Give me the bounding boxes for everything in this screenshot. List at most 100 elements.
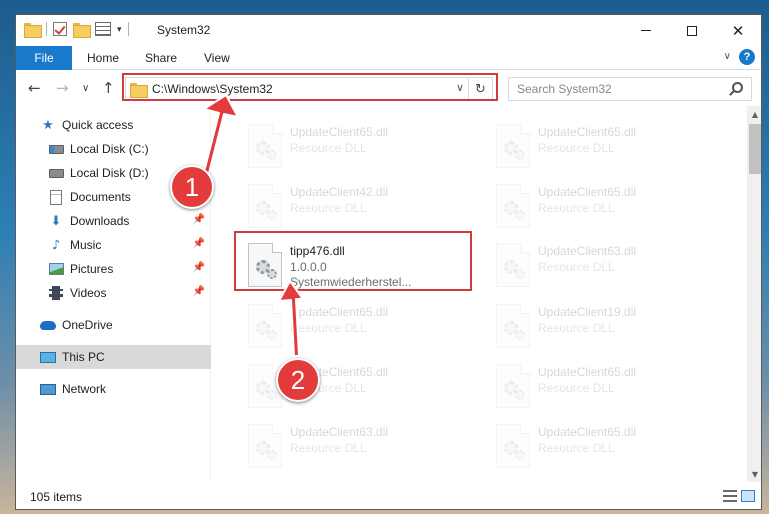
close-button[interactable]: ✕ [715,15,761,46]
tab-share[interactable]: Share [145,46,177,70]
file-tile[interactable]: UpdateClient63.dll Resource DLL [488,237,718,295]
file-tile[interactable]: UpdateClient42.dll Resource DLL [240,178,470,236]
pin-icon[interactable]: 📌 [193,238,205,249]
file-description: Resource DLL [538,141,615,155]
back-arrow-icon[interactable]: ← [28,79,41,97]
file-tile[interactable]: UpdateClient65.dll Resource DLL [488,178,718,236]
file-name: UpdateClient63.dll [538,244,637,258]
address-path[interactable]: C:\Windows\System32 [152,82,273,96]
file-tile[interactable]: UpdateClient63.dll Resource DLL [240,418,470,476]
forward-arrow-icon[interactable]: → [56,79,69,97]
maximize-icon [687,25,697,36]
dll-file-icon [248,424,282,468]
scroll-down-icon[interactable]: ▼ [747,466,761,482]
download-icon: ⬇ [50,213,62,229]
properties-check-icon[interactable] [53,22,67,36]
file-tile[interactable]: UpdateClient65.dll Resource DLL [488,358,718,416]
sidebar-item-label: Downloads [70,214,130,228]
navigation-pane: ★ Quick access Local Disk (C:) Local Dis… [16,106,211,482]
scrollbar-thumb[interactable] [749,124,761,174]
pin-icon[interactable]: 📌 [193,214,205,225]
file-tile[interactable]: UpdateClient65.dll Resource DLL [488,418,718,476]
sidebar-item-quick-access[interactable]: ★ Quick access [16,113,211,137]
folder-icon [130,82,148,98]
cloud-icon [40,317,56,333]
file-description: Resource DLL [538,321,615,335]
details-view-icon[interactable] [723,490,737,502]
file-description: Resource DLL [290,141,367,155]
file-tile[interactable]: UpdateClient19.dll Resource DLL [488,298,718,356]
file-tile[interactable]: UpdateClient65.dll Resource DLL [488,118,718,176]
refresh-icon[interactable]: ↻ [468,78,492,100]
file-description: Resource DLL [538,201,615,215]
file-name: tipp476.dll [290,244,345,258]
file-list: UpdateClient65.dll Resource DLL UpdateCl… [212,106,747,482]
expand-ribbon-chevron-icon[interactable]: ∨ [724,51,731,62]
address-history-chevron-down-icon[interactable]: ∨ [456,81,464,94]
sidebar-item-label: This PC [62,350,105,364]
dll-file-icon [496,424,530,468]
vertical-scrollbar[interactable]: ▲ ▼ [747,106,761,482]
pictures-icon [48,261,64,277]
tab-home[interactable]: Home [87,46,119,70]
videos-icon [48,285,64,301]
file-description: Resource DLL [290,321,367,335]
sidebar-item-label: Quick access [62,118,134,132]
file-name: UpdateClient65.dll [538,185,637,199]
sidebar-item-music[interactable]: ♪ Music 📌 [16,233,211,257]
step-2-badge: 2 [276,358,320,402]
sidebar-item-network[interactable]: Network [16,377,211,401]
pin-icon[interactable]: 📌 [193,286,205,297]
item-count: 105 items [30,489,83,504]
dll-file-icon [496,304,530,348]
star-icon: ★ [42,117,54,133]
file-tile[interactable]: UpdateClient65.dll Resource DLL [240,118,470,176]
file-name: UpdateClient65.dll [538,365,637,379]
folder-icon [24,22,42,38]
minimize-icon [641,30,651,31]
maximize-button[interactable] [669,15,715,46]
sidebar-item-downloads[interactable]: ⬇ Downloads 📌 [16,209,211,233]
file-name: UpdateClient65.dll [290,305,389,319]
window-title: System32 [157,23,211,37]
file-tile-tipp476[interactable]: tipp476.dll 1.0.0.0 Systemwiederherstel.… [240,237,470,295]
tab-file[interactable]: File [16,46,72,70]
sidebar-item-label: Videos [70,286,107,300]
search-placeholder: Search System32 [517,82,612,96]
help-icon[interactable]: ? [739,49,755,65]
sidebar-item-videos[interactable]: Videos 📌 [16,281,211,305]
toolbar-divider [46,22,47,36]
minimize-button[interactable] [623,15,669,46]
dll-file-icon [496,124,530,168]
new-folder-icon[interactable] [73,22,91,38]
dll-file-icon [248,124,282,168]
address-bar[interactable]: C:\Windows\System32 ∨ ↻ [125,77,493,101]
file-description: Resource DLL [290,441,367,455]
file-version: 1.0.0.0 [290,260,327,274]
tiles-view-icon[interactable] [741,490,755,502]
properties-icon[interactable] [95,22,111,36]
file-name: UpdateClient42.dll [290,185,389,199]
file-name: UpdateClient65.dll [538,425,637,439]
tab-view[interactable]: View [204,46,230,70]
search-input[interactable]: Search System32 [508,77,752,101]
computer-icon [40,349,56,365]
file-tile[interactable]: UpdateClient65.dll Resource DLL [240,298,470,356]
pin-icon[interactable]: 📌 [193,262,205,273]
file-name: UpdateClient65.dll [290,125,389,139]
sidebar-item-pictures[interactable]: Pictures 📌 [16,257,211,281]
file-name: UpdateClient63.dll [290,425,389,439]
sidebar-item-onedrive[interactable]: OneDrive [16,313,211,337]
scroll-up-icon[interactable]: ▲ [747,106,761,122]
up-arrow-icon[interactable]: ↑ [102,79,115,97]
sidebar-item-this-pc[interactable]: This PC [16,345,211,369]
file-tile[interactable]: UpdateClient65.dll Resource DLL [240,358,470,416]
sidebar-item-label: Local Disk (C:) [70,142,149,156]
customize-toolbar-chevron-down-icon[interactable]: ▾ [117,24,122,35]
file-name: UpdateClient65.dll [538,125,637,139]
recent-locations-chevron-down-icon[interactable]: ∨ [82,83,89,94]
navigation-bar: ← → ∨ ↑ C:\Windows\System32 ∨ ↻ Search S… [16,70,761,106]
search-icon[interactable] [732,82,743,93]
sidebar-item-local-disk-c[interactable]: Local Disk (C:) [16,137,211,161]
file-description: Resource DLL [538,441,615,455]
